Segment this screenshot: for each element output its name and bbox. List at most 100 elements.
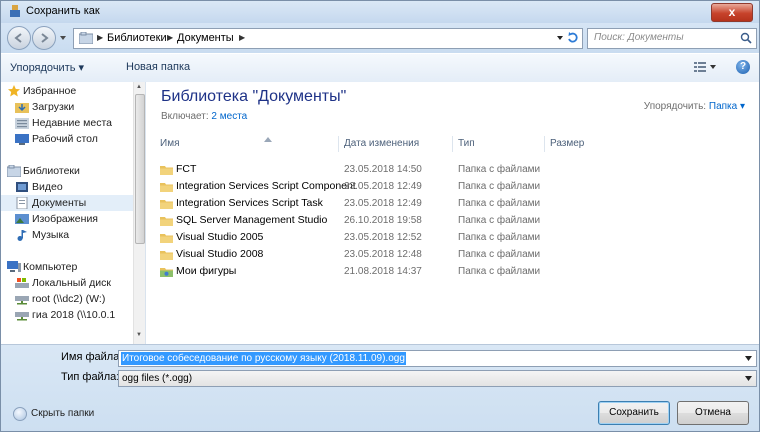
address-bar[interactable]: ▶ Библиотеки ▶ Документы ▶ <box>73 28 583 49</box>
pictures-library-icon <box>15 214 29 224</box>
filetype-select[interactable]: ogg files (*.ogg) <box>118 370 757 387</box>
file-type: Папка с файлами <box>458 232 541 243</box>
column-separator[interactable] <box>544 136 545 152</box>
file-type: Папка с файлами <box>458 266 541 277</box>
address-separator-icon[interactable]: ▶ <box>239 31 245 45</box>
arrange-by-dropdown[interactable]: Папка ▾ <box>709 101 745 112</box>
column-separator[interactable] <box>452 136 453 152</box>
star-icon <box>8 85 20 97</box>
scroll-up-icon[interactable]: ▲ <box>136 84 142 90</box>
recent-places-icon <box>15 118 29 129</box>
file-date: 23.05.2018 14:50 <box>344 164 422 175</box>
search-input[interactable]: Поиск: Документы <box>587 28 757 49</box>
breadcrumb-libraries[interactable]: Библиотеки <box>107 31 167 45</box>
save-dialog-icon <box>10 5 20 17</box>
nav-item-local-disk[interactable]: Локальный диск <box>1 275 141 291</box>
change-view-icon[interactable] <box>694 61 716 73</box>
filename-selected-text: Итоговое собеседование по русскому языку… <box>121 352 406 365</box>
library-locations-link[interactable]: 2 места <box>211 111 247 122</box>
file-name: Мои фигуры <box>176 265 237 277</box>
desktop-icon <box>15 134 29 145</box>
file-list-row[interactable]: Мои фигуры 21.08.2018 14:37 Папка с файлам… <box>156 263 576 280</box>
nav-item-favorites[interactable]: Избранное <box>1 83 141 99</box>
save-as-dialog: Сохранить как x ▶ Библиотеки ▶ Документы… <box>0 0 760 432</box>
nav-item-recent-places[interactable]: Недавние места <box>1 115 141 131</box>
nav-item-network-drive-gia[interactable]: гиа 2018 (\\10.0.1 <box>1 307 141 323</box>
column-header-size[interactable]: Размер <box>550 134 584 154</box>
column-separator[interactable] <box>338 136 339 152</box>
nav-item-documents[interactable]: Документы <box>1 195 141 211</box>
organize-menu-button[interactable]: Упорядочить ▾ <box>10 61 84 74</box>
nav-item-music[interactable]: Музыка <box>1 227 141 243</box>
nav-item-libraries[interactable]: Библиотеки <box>1 163 141 179</box>
column-header-date[interactable]: Дата изменения <box>344 134 419 154</box>
address-history-chevron-icon[interactable] <box>556 34 564 42</box>
recent-pages-chevron-icon[interactable] <box>59 34 67 42</box>
computer-icon <box>7 261 21 272</box>
hide-folders-button[interactable]: Скрыть папки <box>31 408 94 419</box>
back-arrow-icon <box>14 33 22 43</box>
search-icon[interactable] <box>740 32 752 44</box>
nav-item-pictures[interactable]: Изображения <box>1 211 141 227</box>
network-drive-icon <box>15 296 29 305</box>
libraries-icon <box>79 32 93 44</box>
library-title: Библиотека "Документы" <box>161 88 347 105</box>
filename-label: Имя файла: <box>61 351 123 363</box>
scrollbar-thumb[interactable] <box>135 94 145 244</box>
file-type: Папка с файлами <box>458 164 541 175</box>
file-list-row[interactable]: SQL Server Management Studio 26.10.2018 1… <box>156 212 576 229</box>
nav-item-desktop[interactable]: Рабочий стол <box>1 131 141 147</box>
file-date: 23.05.2018 12:48 <box>344 249 422 260</box>
file-list-row[interactable]: FCT 23.05.2018 14:50 Папка с файлами <box>156 161 576 178</box>
file-name: FCT <box>176 163 197 175</box>
back-button[interactable] <box>7 26 31 50</box>
local-disk-icon <box>15 278 29 288</box>
chevron-down-icon[interactable] <box>745 356 752 361</box>
file-type: Папка с файлами <box>458 198 541 209</box>
file-date: 23.05.2018 12:49 <box>344 198 422 209</box>
address-separator-icon[interactable]: ▶ <box>167 31 173 45</box>
file-list-pane: Библиотека "Документы" Включает: 2 места… <box>146 82 759 344</box>
save-button[interactable]: Сохранить <box>598 401 670 425</box>
library-includes: Включает: 2 места <box>161 111 248 122</box>
file-type: Папка с файлами <box>458 249 541 260</box>
file-name: Visual Studio 2008 <box>176 248 264 260</box>
column-header-name[interactable]: Имя <box>160 134 179 154</box>
scroll-down-icon[interactable]: ▼ <box>136 332 142 338</box>
title-bar[interactable]: Сохранить как x <box>1 1 759 23</box>
nav-item-network-drive-root[interactable]: root (\\dc2) (W:) <box>1 291 141 307</box>
arrange-by: Упорядочить: Папка ▾ <box>643 101 745 112</box>
folder-icon <box>160 234 173 243</box>
chevron-down-icon[interactable] <box>745 376 752 381</box>
documents-library-icon <box>16 197 28 209</box>
file-name: SQL Server Management Studio <box>176 214 328 226</box>
close-icon: x <box>728 5 736 19</box>
refresh-icon[interactable] <box>566 31 580 45</box>
navigation-pane-scrollbar[interactable]: ▲ ▼ <box>133 82 145 344</box>
filename-field[interactable]: Итоговое собеседование по русскому языку… <box>118 350 757 367</box>
filetype-label: Тип файла: <box>61 371 120 383</box>
file-list-row[interactable]: Integration Services Script Task 23.05.20… <box>156 195 576 212</box>
nav-item-video[interactable]: Видео <box>1 179 141 195</box>
file-list-row[interactable]: Visual Studio 2008 23.05.2018 12:48 Папка … <box>156 246 576 263</box>
column-header-type[interactable]: Тип <box>458 134 475 154</box>
file-list-row[interactable]: Integration Services Script Component 23.… <box>156 178 576 195</box>
navigation-pane: Избранное Загрузки Недавние места Рабочи… <box>1 82 146 344</box>
nav-item-computer[interactable]: Компьютер <box>1 259 141 275</box>
filetype-selected-value: ogg files (*.ogg) <box>122 373 193 384</box>
cancel-button[interactable]: Отмена <box>677 401 749 425</box>
help-icon[interactable]: ? <box>736 60 750 74</box>
music-library-icon <box>17 230 27 241</box>
address-separator-icon[interactable]: ▶ <box>97 31 103 45</box>
new-folder-button[interactable]: Новая папка <box>126 61 190 73</box>
file-list-row[interactable]: Visual Studio 2005 23.05.2018 12:52 Папка … <box>156 229 576 246</box>
file-name: Visual Studio 2005 <box>176 231 264 243</box>
forward-button[interactable] <box>32 26 56 50</box>
forward-arrow-icon <box>41 33 49 43</box>
collapse-icon[interactable] <box>13 407 27 421</box>
folder-icon <box>160 166 173 175</box>
downloads-folder-icon <box>15 103 29 113</box>
close-button[interactable]: x <box>711 3 753 22</box>
breadcrumb-documents[interactable]: Документы <box>177 31 234 45</box>
nav-item-downloads[interactable]: Загрузки <box>1 99 141 115</box>
